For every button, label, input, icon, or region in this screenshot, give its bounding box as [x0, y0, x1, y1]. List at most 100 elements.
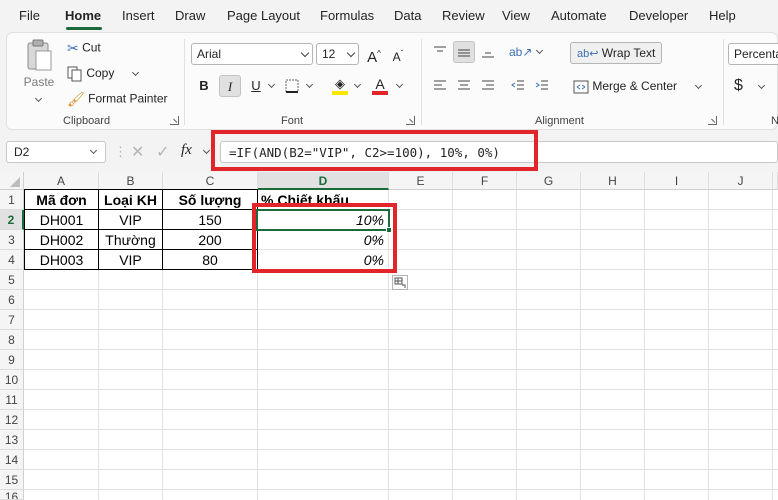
fill-color-dropdown-icon[interactable] — [353, 80, 362, 89]
table-cell[interactable]: DH002 — [25, 230, 98, 250]
row-header-15[interactable]: 15 — [0, 470, 24, 490]
decrease-font-size-button[interactable]: Aˇ — [387, 43, 409, 65]
name-box[interactable]: D2 — [6, 141, 106, 163]
increase-indent-button[interactable] — [531, 75, 553, 97]
row-header-7[interactable]: 7 — [0, 310, 24, 330]
align-top-button[interactable] — [429, 41, 451, 63]
column-header-a[interactable]: A — [24, 172, 99, 190]
align-center-button[interactable] — [453, 75, 475, 97]
currency-dropdown-icon[interactable] — [757, 81, 766, 90]
font-color-button[interactable]: A — [369, 73, 391, 95]
table-cell[interactable]: 200 — [163, 230, 257, 250]
italic-button[interactable]: I — [219, 75, 241, 97]
worksheet-grid[interactable]: A B C D E F G H I J 1 2 3 4 5 6 7 8 9 10… — [0, 172, 778, 500]
column-header-b[interactable]: B — [99, 172, 163, 190]
wrap-text-button[interactable]: ab↩ Wrap Text — [570, 42, 663, 65]
column-header-j[interactable]: J — [709, 172, 773, 190]
table-cell[interactable]: Thường — [99, 230, 162, 250]
select-all-corner[interactable] — [0, 172, 24, 190]
menu-help[interactable]: Help — [709, 8, 736, 23]
clipboard-dialog-launcher-icon[interactable] — [170, 116, 179, 125]
borders-dropdown-icon[interactable] — [305, 80, 314, 89]
insert-function-button[interactable]: fx — [181, 142, 192, 159]
row-header-13[interactable]: 13 — [0, 430, 24, 450]
column-header-k[interactable] — [773, 172, 778, 190]
underline-button[interactable]: U — [245, 75, 267, 97]
fill-color-button[interactable]: ◈ — [329, 73, 351, 95]
row-header-9[interactable]: 9 — [0, 350, 24, 370]
row-header-12[interactable]: 12 — [0, 410, 24, 430]
paste-label: Paste — [23, 75, 55, 89]
increase-font-size-button[interactable]: A^ — [363, 43, 385, 66]
menu-data[interactable]: Data — [394, 8, 421, 23]
font-size-select[interactable]: 12 — [316, 43, 359, 65]
fx-dropdown-icon[interactable] — [202, 146, 211, 155]
row-header-14[interactable]: 14 — [0, 450, 24, 470]
row-header-10[interactable]: 10 — [0, 370, 24, 390]
column-header-d[interactable]: D — [258, 172, 389, 190]
format-painter-button[interactable]: 🖌 Format Painter — [67, 91, 167, 108]
font-name-select[interactable]: Arial — [191, 43, 313, 65]
align-bottom-button[interactable] — [477, 41, 499, 63]
menu-automate[interactable]: Automate — [551, 8, 607, 23]
row-header-4[interactable]: 4 — [0, 250, 24, 270]
currency-format-button[interactable]: $ — [734, 77, 743, 95]
menu-page-layout[interactable]: Page Layout — [227, 8, 300, 23]
confirm-icon[interactable]: ✓ — [156, 142, 169, 162]
menu-draw[interactable]: Draw — [175, 8, 205, 23]
column-header-g[interactable]: G — [517, 172, 581, 190]
decrease-indent-button[interactable] — [507, 75, 529, 97]
menu-review[interactable]: Review — [442, 8, 485, 23]
row-header-5[interactable]: 5 — [0, 270, 24, 290]
number-format-select[interactable]: Percentag — [728, 43, 778, 65]
align-middle-button[interactable] — [453, 41, 475, 63]
table-cell[interactable]: VIP — [99, 250, 162, 270]
row-header-8[interactable]: 8 — [0, 330, 24, 350]
row-header-16[interactable]: 16 — [0, 490, 24, 500]
merge-dropdown-icon[interactable] — [694, 81, 703, 90]
column-header-f[interactable]: F — [453, 172, 517, 190]
font-color-dropdown-icon[interactable] — [395, 80, 404, 89]
column-header-c[interactable]: C — [163, 172, 258, 190]
table-cell[interactable]: DH001 — [25, 210, 98, 230]
more-options-icon[interactable]: ⋮ — [114, 144, 127, 160]
align-right-button[interactable] — [477, 75, 499, 97]
row-header-6[interactable]: 6 — [0, 290, 24, 310]
table-header[interactable]: Loại KH — [99, 190, 162, 210]
menu-formulas[interactable]: Formulas — [320, 8, 374, 23]
table-cell[interactable]: 80 — [163, 250, 257, 270]
menu-insert[interactable]: Insert — [122, 8, 155, 23]
column-header-i[interactable]: I — [645, 172, 709, 190]
menu-view[interactable]: View — [502, 8, 530, 23]
table-cell[interactable]: VIP — [99, 210, 162, 230]
table-cell[interactable]: 150 — [163, 210, 257, 230]
merge-center-button[interactable]: Merge & Center — [573, 79, 677, 94]
orientation-button[interactable]: ab↗ — [509, 41, 532, 63]
menu-developer[interactable]: Developer — [629, 8, 688, 23]
column-header-h[interactable]: H — [581, 172, 645, 190]
table-header[interactable]: Mã đơn — [25, 190, 98, 210]
paste-dropdown-icon[interactable] — [34, 94, 43, 103]
cancel-icon[interactable]: ✕ — [131, 142, 144, 162]
row-header-11[interactable]: 11 — [0, 390, 24, 410]
borders-button[interactable] — [281, 75, 303, 97]
font-dialog-launcher-icon[interactable] — [406, 116, 415, 125]
alignment-dialog-launcher-icon[interactable] — [708, 116, 717, 125]
copy-button[interactable]: Copy — [67, 66, 114, 82]
row-header-1[interactable]: 1 — [0, 190, 24, 210]
paste-button[interactable]: Paste — [21, 39, 57, 103]
menu-home[interactable]: Home — [65, 8, 101, 23]
row-header-3[interactable]: 3 — [0, 230, 24, 250]
table-header[interactable]: Số lượng — [163, 190, 257, 210]
bold-button[interactable]: B — [193, 75, 215, 97]
table-cell[interactable]: DH003 — [25, 250, 98, 270]
cut-button[interactable]: ✂ Cut — [67, 40, 101, 57]
copy-dropdown-icon[interactable] — [131, 68, 140, 77]
underline-dropdown-icon[interactable] — [267, 80, 276, 89]
row-header-2[interactable]: 2 — [0, 210, 24, 230]
menu-file[interactable]: File — [19, 8, 40, 23]
auto-fill-options-button[interactable] — [392, 275, 408, 290]
align-left-button[interactable] — [429, 75, 451, 97]
orientation-dropdown-icon[interactable] — [535, 46, 544, 55]
column-header-e[interactable]: E — [389, 172, 453, 190]
